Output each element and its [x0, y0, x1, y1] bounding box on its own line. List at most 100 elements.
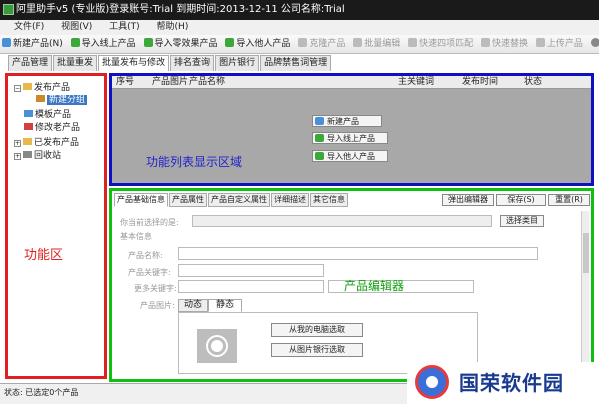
tab-custom-attributes[interactable]: 产品自定义属性 — [208, 193, 270, 207]
clone-button[interactable]: 克隆产品 — [296, 35, 348, 54]
menu-bar: 文件(F) 视图(V) 工具(T) 帮助(H) — [0, 20, 599, 35]
recycle-bin-icon — [23, 151, 32, 158]
more-keyword-input-1[interactable] — [178, 280, 324, 293]
expand-icon[interactable]: + — [14, 140, 21, 147]
app-icon — [3, 4, 14, 15]
col-status[interactable]: 状态 — [524, 76, 542, 89]
name-label: 产品名称: — [128, 251, 163, 260]
tab-attributes[interactable]: 产品属性 — [169, 193, 207, 207]
new-product-button[interactable]: 新建产品(N) — [0, 35, 66, 54]
main-tabs: 产品管理 批量重发 批量发布与修改 排名查询 图片银行 品牌禁售词管理 — [8, 55, 332, 71]
col-publish-time[interactable]: 发布时间 — [462, 76, 498, 89]
folder-icon — [24, 123, 33, 130]
import-green-icon — [143, 38, 153, 47]
watermark: 国荣软件园 — [407, 362, 599, 404]
import-green-icon — [225, 38, 235, 47]
product-editor-panel: 产品基础信息 产品属性 产品自定义属性 详细描述 其它信息 弹出编辑器 保存(S) 重置… — [109, 188, 594, 382]
tree-item-publish[interactable]: − 发布产品 — [14, 82, 70, 94]
folder-icon — [36, 95, 45, 102]
settings-button[interactable] — [589, 35, 599, 54]
match-icon — [408, 38, 418, 47]
tree-item-recycle[interactable]: + 回收站 — [14, 150, 61, 162]
upload-icon — [535, 38, 545, 47]
watermark-text: 国荣软件园 — [459, 371, 564, 395]
tab-dynamic[interactable]: 动态 — [178, 299, 209, 312]
editor-scrollbar[interactable] — [581, 211, 589, 379]
batch-edit-icon — [353, 38, 363, 47]
menu-file[interactable]: 文件(F) — [14, 20, 44, 35]
popup-editor-button[interactable]: 弹出编辑器 — [442, 194, 494, 206]
status-text: 状态: 已选定0个产品 — [4, 388, 79, 397]
folder-icon — [23, 83, 32, 90]
tab-rank-query[interactable]: 排名查询 — [170, 55, 215, 71]
new-doc-icon — [315, 117, 324, 125]
upload-button[interactable]: 上传产品 — [534, 35, 586, 54]
tab-static[interactable]: 静态 — [208, 299, 243, 312]
category-label: 你当前选择的是: — [120, 218, 179, 227]
tree-item-published[interactable]: + 已发布产品 — [14, 137, 79, 149]
scroll-thumb[interactable] — [583, 233, 589, 273]
tab-basic-info[interactable]: 产品基础信息 — [114, 193, 168, 207]
function-panel: − 发布产品 新建分组 模板产品 修改老产品 + 已发布产品 + 回收站 功能区 — [5, 73, 107, 379]
collapse-icon[interactable]: − — [14, 85, 21, 92]
import-green-icon — [315, 134, 324, 142]
replace-icon — [480, 38, 490, 47]
col-keyword[interactable]: 主关键词 — [398, 76, 434, 89]
tab-batch-publish-edit[interactable]: 批量发布与修改 — [98, 55, 170, 71]
list-new-product-button[interactable]: 新建产品 — [312, 115, 382, 127]
more-keywords-label: 更多关键字: — [134, 284, 177, 293]
list-import-others-button[interactable]: 导入他人产品 — [312, 150, 388, 162]
tab-batch-republish[interactable]: 批量重发 — [53, 55, 98, 71]
editor-tabs: 产品基础信息 产品属性 产品自定义属性 详细描述 其它信息 — [114, 193, 349, 207]
pick-from-computer-button[interactable]: 从我的电脑选取 — [271, 323, 363, 337]
folder-icon — [24, 110, 33, 117]
menu-help[interactable]: 帮助(H) — [157, 20, 189, 35]
basic-info-section: 基本信息 — [120, 232, 152, 241]
quick-replace-button[interactable]: 快速替换 — [479, 35, 531, 54]
tab-other-info[interactable]: 其它信息 — [310, 193, 348, 207]
gear-icon — [590, 38, 599, 47]
product-list-panel: 序号 产品图片 产品名称 主关键词 发布时间 状态 新建产品 导入线上产品 导入… — [109, 73, 594, 186]
import-green-icon — [70, 38, 80, 47]
new-doc-icon — [2, 38, 11, 47]
editor-area-label: 产品编辑器 — [344, 279, 405, 293]
save-button[interactable]: 保存(S) — [496, 194, 546, 206]
col-image[interactable]: 产品图片 — [152, 76, 188, 89]
import-zero-effect-button[interactable]: 导入零效果产品 — [142, 35, 221, 54]
tree-item-template[interactable]: 模板产品 — [24, 109, 71, 121]
product-name-input[interactable] — [178, 247, 538, 260]
category-field[interactable] — [192, 215, 492, 227]
camera-icon — [197, 329, 237, 363]
keyword-label: 产品关键字: — [128, 268, 171, 277]
choose-category-button[interactable]: 选择类目 — [500, 215, 544, 227]
tab-product-manage[interactable]: 产品管理 — [8, 55, 53, 71]
tree-item-modify-old[interactable]: 修改老产品 — [24, 122, 80, 134]
list-import-online-button[interactable]: 导入线上产品 — [312, 132, 388, 144]
expand-icon[interactable]: + — [14, 153, 21, 160]
col-index[interactable]: 序号 — [116, 76, 134, 89]
tab-description[interactable]: 详细描述 — [271, 193, 309, 207]
list-area-label: 功能列表显示区域 — [146, 155, 243, 169]
list-header: 序号 产品图片 产品名称 主关键词 发布时间 状态 — [112, 76, 591, 89]
keyword-input[interactable] — [178, 264, 324, 277]
tree-item-new-group[interactable]: 新建分组 — [36, 94, 88, 106]
import-green-icon — [315, 152, 324, 160]
col-name[interactable]: 产品名称 — [189, 76, 225, 89]
toolbar: 新建产品(N) 导入线上产品 导入零效果产品 导入他人产品 克隆产品 批量编辑 … — [0, 35, 599, 54]
menu-tools[interactable]: 工具(T) — [109, 20, 140, 35]
menu-view[interactable]: 视图(V) — [61, 20, 92, 35]
watermark-logo-icon — [415, 365, 449, 399]
tab-image-bank[interactable]: 图片银行 — [215, 55, 260, 71]
image-label: 产品图片: — [140, 301, 175, 310]
import-others-button[interactable]: 导入他人产品 — [223, 35, 293, 54]
import-online-button[interactable]: 导入线上产品 — [69, 35, 139, 54]
title-bar: 阿里助手v5 (专业版)登录账号:Trial 到期时间:2013-12-11 公… — [0, 0, 599, 20]
function-area-label: 功能区 — [24, 248, 64, 263]
tab-brand-words[interactable]: 品牌禁售词管理 — [260, 55, 332, 71]
quick-match-button[interactable]: 快速四项匹配 — [406, 35, 476, 54]
window-title: 阿里助手v5 (专业版)登录账号:Trial 到期时间:2013-12-11 公… — [16, 4, 345, 15]
reset-button[interactable]: 重置(R) — [548, 194, 590, 206]
pick-from-bank-button[interactable]: 从图片银行选取 — [271, 343, 363, 357]
batch-edit-button[interactable]: 批量编辑 — [351, 35, 403, 54]
folder-icon — [23, 138, 32, 145]
